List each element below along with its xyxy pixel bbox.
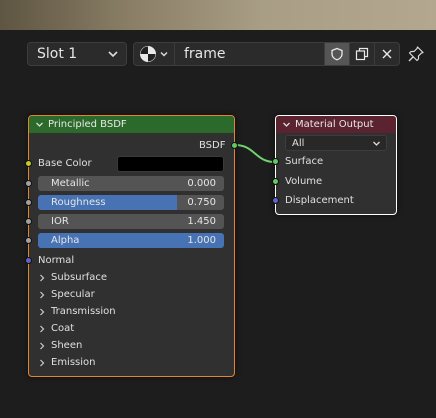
output-target-dropdown[interactable]: All (285, 135, 387, 151)
panel-label: Emission (51, 357, 96, 368)
pin-button[interactable] (406, 44, 426, 64)
duplicate-material-button[interactable] (349, 43, 374, 65)
surface-label: Surface (285, 156, 324, 167)
field-value: 1.000 (187, 235, 216, 246)
fake-user-shield-icon (331, 47, 343, 61)
normal-socket[interactable] (25, 257, 32, 264)
material-name-field[interactable]: frame (175, 43, 325, 65)
pin-icon (408, 46, 424, 62)
unlink-material-button[interactable] (374, 43, 399, 65)
base-color-label: Base Color (38, 158, 92, 169)
metallic-socket[interactable] (25, 180, 32, 187)
surface-socket[interactable] (272, 158, 279, 165)
node-header[interactable]: Material Output (276, 116, 396, 133)
displacement-socket[interactable] (272, 197, 279, 204)
material-selector: frame (133, 42, 400, 66)
roughness-socket[interactable] (25, 199, 32, 206)
viewport-strip (0, 0, 436, 30)
panel-label: Subsurface (51, 272, 107, 283)
node-title: Material Output (295, 119, 374, 130)
bsdf-output-label: BSDF (199, 140, 226, 151)
panel-emission[interactable]: Emission (38, 357, 96, 368)
volume-socket[interactable] (272, 178, 279, 185)
alpha-socket[interactable] (25, 237, 32, 244)
metallic-field[interactable]: Metallic 0.000 (38, 176, 224, 191)
field-value: 0.000 (187, 178, 216, 189)
panel-sheen[interactable]: Sheen (38, 340, 82, 351)
fake-user-button[interactable] (325, 43, 349, 65)
node-title: Principled BSDF (48, 119, 127, 130)
duplicate-icon (355, 47, 369, 61)
chevron-right-icon (40, 274, 45, 281)
field-label: Metallic (51, 178, 90, 189)
panel-coat[interactable]: Coat (38, 323, 74, 334)
material-slot-label: Slot 1 (37, 46, 78, 62)
chevron-right-icon (40, 308, 45, 315)
panel-label: Coat (51, 323, 75, 334)
field-label: IOR (51, 216, 69, 227)
chevron-right-icon (40, 291, 45, 298)
panel-specular[interactable]: Specular (38, 289, 95, 300)
alpha-field[interactable]: Alpha 1.000 (38, 233, 224, 248)
output-target-value: All (292, 137, 305, 149)
base-color-socket[interactable] (25, 160, 32, 167)
field-value: 1.450 (187, 216, 216, 227)
panel-label: Specular (51, 289, 95, 300)
chevron-down-icon (373, 141, 380, 146)
chevron-down-icon (108, 51, 118, 58)
panel-subsurface[interactable]: Subsurface (38, 272, 107, 283)
node-header[interactable]: Principled BSDF (29, 116, 234, 133)
field-label: Roughness (51, 197, 106, 208)
displacement-label: Displacement (285, 195, 354, 206)
material-browse-button[interactable] (134, 43, 175, 65)
bsdf-output-socket[interactable] (231, 142, 238, 149)
panel-label: Transmission (51, 306, 116, 317)
ior-socket[interactable] (25, 218, 32, 225)
chevron-down-icon (283, 122, 290, 127)
panel-transmission[interactable]: Transmission (38, 306, 116, 317)
field-value: 0.750 (187, 197, 216, 208)
chevron-right-icon (40, 359, 45, 366)
volume-label: Volume (285, 176, 323, 187)
field-label: Alpha (51, 235, 80, 246)
ior-field[interactable]: IOR 1.450 (38, 214, 224, 229)
panel-label: Sheen (51, 340, 83, 351)
chevron-right-icon (40, 342, 45, 349)
chevron-right-icon (40, 325, 45, 332)
chevron-down-icon (160, 52, 168, 57)
roughness-field[interactable]: Roughness 0.750 (38, 195, 224, 210)
chevron-down-icon (36, 122, 43, 127)
normal-label: Normal (38, 255, 75, 266)
material-slot-dropdown[interactable]: Slot 1 (27, 42, 127, 66)
material-sphere-icon (140, 46, 156, 62)
close-icon (382, 49, 392, 59)
base-color-swatch[interactable] (117, 156, 224, 172)
